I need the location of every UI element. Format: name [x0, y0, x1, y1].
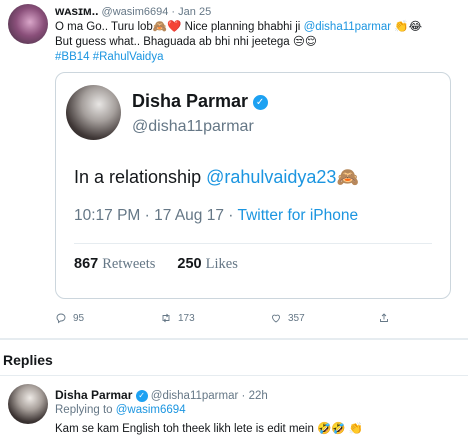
mention-link[interactable]: @disha11parmar: [304, 21, 392, 33]
like-label[interactable]: Likes: [206, 256, 238, 272]
replying-to: Replying to @wasim6694: [55, 404, 186, 416]
heart-emoji: ❤️: [167, 21, 182, 33]
replies-divider: [0, 375, 468, 376]
hashtags[interactable]: #BB14 #RahulVaidya: [55, 50, 460, 65]
laugh-cry-emoji: 😂: [408, 21, 423, 33]
replying-to-label: Replying to: [55, 404, 113, 416]
replying-to-handle[interactable]: @wasim6694: [116, 404, 186, 416]
quoted-name-row: Disha Parmar ✓: [132, 91, 268, 112]
verified-badge-icon: ✓: [252, 95, 268, 111]
reply-action[interactable]: 95: [55, 312, 84, 324]
author-handle[interactable]: @wasim6694: [102, 6, 169, 18]
reply-author-handle[interactable]: @disha11parmar: [151, 390, 239, 402]
reply-text: Kam se kam English toh theek likh lete i…: [55, 421, 363, 435]
author-avatar[interactable]: [8, 4, 48, 44]
quoted-avatar[interactable]: [66, 85, 121, 140]
quoted-time[interactable]: 10:17 PM: [74, 207, 140, 224]
quoted-text-part: In a relationship: [74, 167, 207, 187]
quoted-meta: 10:17 PM · 17 Aug 17 · Twitter for iPhon…: [74, 207, 358, 225]
monkey-emoji: 🙈: [336, 167, 359, 187]
share-icon: [380, 313, 388, 322]
tweet-actions: 95 173 357: [55, 312, 455, 328]
reply-avatar[interactable]: [8, 384, 48, 424]
reply-time[interactable]: 22h: [249, 390, 268, 402]
heart-icon: [272, 314, 280, 323]
separator-dot: ·: [144, 207, 150, 224]
monkey-emoji: 🙈: [152, 21, 168, 33]
separator-dot: ·: [171, 6, 176, 18]
reply-header: Disha Parmar ✓ @disha11parmar · 22h: [55, 388, 268, 402]
quoted-source[interactable]: Twitter for iPhone: [238, 207, 359, 224]
like-action[interactable]: 357: [270, 312, 305, 324]
verified-badge-icon: ✓: [135, 389, 148, 402]
separator-dot: ·: [241, 390, 246, 402]
retweet-label[interactable]: Retweets: [102, 256, 155, 272]
separator-dot: ·: [228, 207, 234, 224]
quoted-text: In a relationship @rahulvaidya23🙈: [74, 167, 359, 188]
quoted-tweet-card[interactable]: Disha Parmar ✓ @disha11parmar In a relat…: [55, 72, 451, 299]
reply-icon: [56, 313, 66, 324]
reply-text-part: Kam se kam English toh theek likh lete i…: [55, 423, 318, 435]
retweet-action[interactable]: 173: [160, 312, 195, 324]
quoted-display-name[interactable]: Disha Parmar: [132, 91, 248, 111]
retweet-action-count: 173: [178, 312, 195, 324]
divider: [74, 243, 432, 244]
author-name[interactable]: ᴡᴀsɪᴍ..: [55, 4, 98, 18]
quoted-handle[interactable]: @disha11parmar: [132, 118, 254, 136]
tweet-text-part: Nice planning bhabhi ji: [181, 21, 304, 33]
like-action-count: 357: [288, 312, 305, 324]
tweet-text-part: O ma Go.. Turu lob: [55, 21, 153, 33]
quoted-mention-link[interactable]: @rahulvaidya23: [206, 167, 336, 187]
replies-heading: Replies: [3, 352, 53, 368]
tweet-date[interactable]: Jan 25: [178, 6, 211, 18]
quoted-date[interactable]: 17 Aug 17: [154, 207, 224, 224]
quoted-stats: 867 Retweets 250 Likes: [74, 256, 238, 273]
laugh-clap-emojis: 🤣🤣 👏: [317, 423, 364, 435]
tweet-header: ᴡᴀsɪᴍ.. @wasim6694 · Jan 25: [55, 4, 211, 18]
clap-emoji: 👏: [394, 21, 409, 33]
retweet-count[interactable]: 867: [74, 256, 98, 272]
tweet-text: O ma Go.. Turu lob🙈❤️ Nice planning bhab…: [55, 20, 460, 65]
share-action[interactable]: [378, 312, 390, 324]
reply-count: 95: [73, 312, 85, 324]
like-count[interactable]: 250: [177, 256, 201, 272]
unamused-emoji: 😒😌: [292, 36, 317, 48]
tweet-text-part: But guess what.. Bhaguada ab bhi nhi jee…: [55, 36, 293, 48]
section-divider: [0, 338, 468, 340]
reply-author-name[interactable]: Disha Parmar: [55, 388, 132, 402]
retweet-icon: [162, 313, 170, 323]
